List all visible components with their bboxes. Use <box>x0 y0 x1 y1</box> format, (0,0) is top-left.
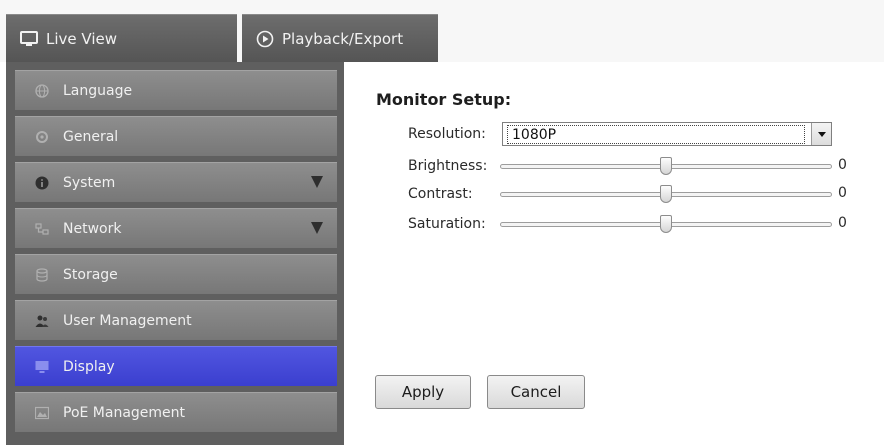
tab-live-view-label: Live View <box>46 29 117 48</box>
brightness-row: Brightness: <box>408 154 498 178</box>
monitor-setup-panel: Monitor Setup: Resolution: 1080P Brightn… <box>344 62 884 445</box>
sidebar-item-system[interactable]: System <box>15 162 337 202</box>
page-title: Monitor Setup: <box>376 90 512 109</box>
resolution-label: Resolution: <box>408 126 486 142</box>
tab-playback-export[interactable]: Playback/Export <box>242 14 438 62</box>
database-icon <box>35 267 49 282</box>
sidebar-item-label: Display <box>63 358 115 375</box>
slider-thumb[interactable] <box>660 185 672 203</box>
info-icon <box>35 176 49 190</box>
brightness-slider[interactable] <box>500 156 832 176</box>
slider-thumb[interactable] <box>660 157 672 175</box>
sidebar-item-storage[interactable]: Storage <box>15 254 337 294</box>
saturation-value: 0 <box>838 215 847 231</box>
tab-playback-export-label: Playback/Export <box>282 29 404 48</box>
monitor-icon <box>20 30 38 48</box>
contrast-slider[interactable] <box>500 184 832 204</box>
resolution-select[interactable]: 1080P <box>502 122 832 146</box>
chevron-down-icon <box>817 131 826 137</box>
network-icon <box>35 222 49 236</box>
tab-live-view[interactable]: Live View <box>6 14 237 62</box>
saturation-slider[interactable] <box>500 214 832 234</box>
saturation-row: Saturation: <box>408 212 498 236</box>
expand-arrow-icon[interactable] <box>311 222 323 234</box>
sidebar-item-label: Storage <box>63 266 118 283</box>
sidebar-item-label: System <box>63 174 116 191</box>
globe-icon <box>35 83 49 98</box>
play-circle-icon <box>256 30 274 48</box>
sidebar-item-label: Language <box>63 82 133 99</box>
sidebar-item-label: Network <box>63 220 122 237</box>
sidebar-item-label: PoE Management <box>63 404 186 421</box>
contrast-label: Contrast: <box>408 186 473 202</box>
sidebar-item-user-management[interactable]: User Management <box>15 300 337 340</box>
dropdown-button[interactable] <box>811 123 831 145</box>
users-icon <box>35 314 49 328</box>
contrast-value: 0 <box>838 185 847 201</box>
saturation-label: Saturation: <box>408 216 486 232</box>
poe-icon <box>35 406 49 420</box>
top-tab-bar: Live View Playback/Export <box>0 0 884 62</box>
sidebar-item-label: User Management <box>63 312 192 329</box>
sidebar-item-label: General <box>63 128 119 145</box>
cancel-button[interactable]: Cancel <box>487 375 585 409</box>
expand-arrow-icon[interactable] <box>311 176 323 188</box>
apply-button[interactable]: Apply <box>375 375 471 409</box>
resolution-row: Resolution: <box>408 122 498 146</box>
sidebar-item-language[interactable]: Language <box>15 70 337 110</box>
settings-sidebar: Language General System Network Storage … <box>6 62 344 445</box>
contrast-row: Contrast: <box>408 182 498 206</box>
sidebar-item-poe-management[interactable]: PoE Management <box>15 392 337 432</box>
settings-icon <box>35 130 49 144</box>
monitor-icon <box>35 360 49 374</box>
slider-thumb[interactable] <box>660 215 672 233</box>
brightness-value: 0 <box>838 157 847 173</box>
sidebar-item-display[interactable]: Display <box>15 346 337 386</box>
sidebar-item-network[interactable]: Network <box>15 208 337 248</box>
brightness-label: Brightness: <box>408 158 488 174</box>
sidebar-item-general[interactable]: General <box>15 116 337 156</box>
resolution-value: 1080P <box>507 124 805 144</box>
